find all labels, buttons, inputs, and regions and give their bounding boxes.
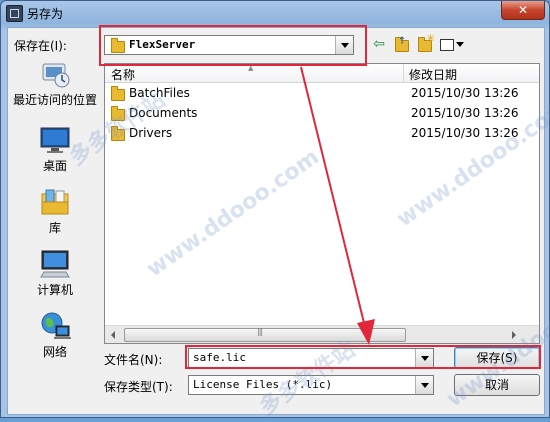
annotation-arrow-icon — [300, 66, 375, 345]
save-as-dialog: 另存为 ✕ 保存在(I): FlexServer ⇦ ↑ ✳ 最近访问的位置 桌… — [0, 0, 550, 421]
